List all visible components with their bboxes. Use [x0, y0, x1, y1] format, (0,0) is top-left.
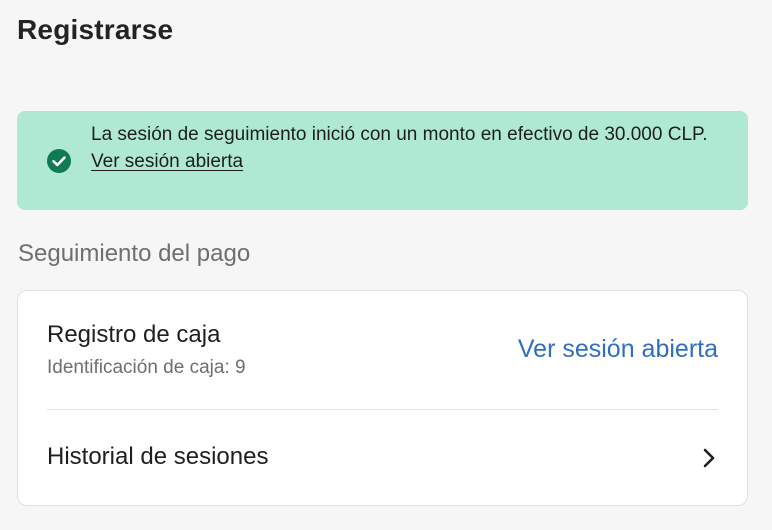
payment-tracking-card: Registro de caja Identificación de caja:…: [17, 290, 748, 506]
session-history-label: Historial de sesiones: [47, 443, 269, 470]
success-banner: La sesión de seguimiento inició con un m…: [17, 111, 748, 210]
open-session-link[interactable]: Ver sesión abierta: [518, 335, 718, 364]
banner-open-session-link[interactable]: Ver sesión abierta: [91, 148, 243, 175]
banner-content: La sesión de seguimiento inició con un m…: [91, 121, 731, 175]
register-id: Identificación de caja: 9: [47, 357, 246, 378]
check-circle-icon: [47, 149, 71, 173]
chevron-right-icon: [702, 447, 716, 469]
session-history-row[interactable]: Historial de sesiones: [18, 410, 747, 506]
section-heading: Seguimiento del pago: [18, 240, 251, 267]
page-title: Registrarse: [17, 14, 174, 45]
register-title: Registro de caja: [47, 321, 221, 348]
register-row: Registro de caja Identificación de caja:…: [18, 291, 747, 409]
banner-message: La sesión de seguimiento inició con un m…: [91, 124, 708, 145]
